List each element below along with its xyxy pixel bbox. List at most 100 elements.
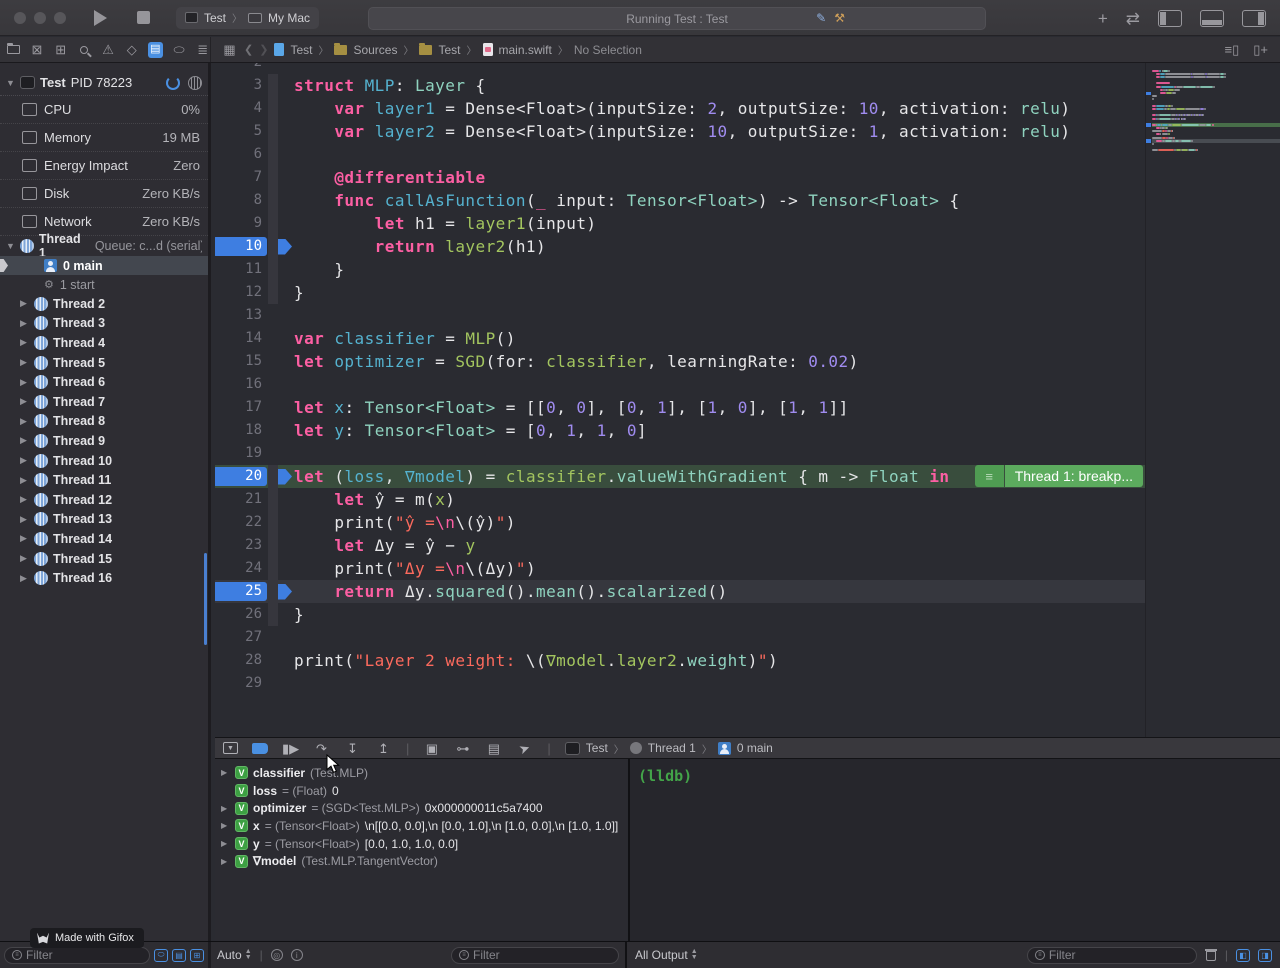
project-navigator-icon[interactable] bbox=[6, 42, 21, 58]
step-out-icon[interactable]: ↥ bbox=[375, 742, 392, 755]
forward-icon[interactable]: ❯ bbox=[259, 43, 268, 56]
thread-row-thread-11[interactable]: ▶Thread 11 bbox=[0, 470, 208, 490]
code-line-17[interactable]: 17let x: Tensor<Float> = [[0, 0], [0, 1]… bbox=[215, 396, 1145, 419]
step-over-icon[interactable]: ↷ bbox=[313, 742, 330, 755]
line-number[interactable]: 28 bbox=[215, 649, 268, 672]
toggle-inspector-button[interactable] bbox=[1242, 10, 1266, 27]
thread-row-thread-5[interactable]: ▶Thread 5 bbox=[0, 353, 208, 373]
code-line-20[interactable]: 20let (loss, ∇model) = classifier.valueW… bbox=[215, 465, 1145, 488]
code-line-23[interactable]: 23 let Δy = ŷ − y bbox=[215, 534, 1145, 557]
variable-row-optimizer[interactable]: ▶Voptimizer= (SGD<Test.MLP>)0x000000011c… bbox=[215, 799, 627, 817]
sidebar-scrollbar[interactable] bbox=[204, 553, 207, 645]
filter-gpu-icon[interactable]: ⊞ bbox=[190, 949, 204, 962]
filter-crashed-icon[interactable]: ▤ bbox=[172, 949, 186, 962]
memory-graph-icon[interactable]: ⊶ bbox=[454, 742, 471, 755]
breadcrumb-item[interactable]: No Selection bbox=[574, 43, 642, 57]
run-button[interactable] bbox=[94, 10, 107, 26]
editor-swap-icon[interactable]: ⇄ bbox=[1126, 10, 1140, 27]
editor-minimap[interactable] bbox=[1145, 63, 1280, 737]
code-line-29[interactable]: 29 bbox=[215, 672, 1145, 695]
clear-console-icon[interactable] bbox=[1205, 949, 1217, 961]
line-number[interactable]: 24 bbox=[215, 557, 268, 580]
library-add-icon[interactable]: + bbox=[1098, 10, 1108, 27]
console-view[interactable]: (lldb) bbox=[628, 759, 1280, 941]
symbol-navigator-icon[interactable]: ⊞ bbox=[53, 42, 68, 58]
code-line-22[interactable]: 22 print("ŷ =\n\(ŷ)") bbox=[215, 511, 1145, 534]
breakpoint-marker[interactable]: 25 bbox=[215, 580, 268, 603]
breakpoint-navigator-icon[interactable]: ⬭ bbox=[172, 42, 187, 58]
breadcrumb-item[interactable]: Sources bbox=[353, 43, 397, 57]
code-line-28[interactable]: 28print("Layer 2 weight: \(∇model.layer2… bbox=[215, 649, 1145, 672]
report-navigator-icon[interactable]: ≣ bbox=[195, 42, 210, 58]
code-line-15[interactable]: 15let optimizer = SGD(for: classifier, l… bbox=[215, 350, 1145, 373]
zoom-window-button[interactable] bbox=[54, 12, 66, 24]
line-number[interactable]: 4 bbox=[215, 97, 268, 120]
navigator-filter-input[interactable]: ≡ Filter bbox=[4, 947, 150, 964]
source-control-navigator-icon[interactable]: ⊠ bbox=[30, 42, 45, 58]
line-number[interactable]: 2 bbox=[215, 63, 268, 74]
step-into-icon[interactable]: ↧ bbox=[344, 742, 361, 755]
code-line-24[interactable]: 24 print("Δy =\n\(Δy)") bbox=[215, 557, 1145, 580]
thread-1-row[interactable]: ▼ Thread 1 Queue: c...d (serial) bbox=[0, 236, 208, 256]
code-line-2[interactable]: 2 bbox=[215, 63, 1145, 74]
breakpoint-marker[interactable]: 20 bbox=[215, 465, 268, 488]
filter-breakpoints-icon[interactable]: ⬭ bbox=[154, 949, 168, 962]
toggle-console-view-icon[interactable]: ◨ bbox=[1258, 949, 1272, 962]
thread-row-thread-12[interactable]: ▶Thread 12 bbox=[0, 490, 208, 510]
hide-debug-area-icon[interactable]: ▼ bbox=[223, 742, 238, 754]
thread-row-thread-7[interactable]: ▶Thread 7 bbox=[0, 392, 208, 412]
line-number[interactable]: 22 bbox=[215, 511, 268, 534]
issue-navigator-icon[interactable]: ⚠ bbox=[101, 42, 116, 58]
line-number[interactable]: 13 bbox=[215, 304, 268, 327]
environment-overrides-icon[interactable]: ▤ bbox=[485, 742, 502, 755]
thread-row-thread-10[interactable]: ▶Thread 10 bbox=[0, 451, 208, 471]
toggle-navigator-button[interactable] bbox=[1158, 10, 1182, 27]
breakpoints-toggle-icon[interactable] bbox=[252, 743, 268, 754]
track-variable-icon[interactable]: ◎ bbox=[271, 949, 283, 961]
breakpoint-hit-badge[interactable]: ≡Thread 1: breakp... bbox=[975, 465, 1143, 487]
thread-row-thread-6[interactable]: ▶Thread 6 bbox=[0, 372, 208, 392]
code-line-19[interactable]: 19 bbox=[215, 442, 1145, 465]
line-number[interactable]: 29 bbox=[215, 672, 268, 695]
thread-row-thread-8[interactable]: ▶Thread 8 bbox=[0, 412, 208, 432]
thread-row-thread-3[interactable]: ▶Thread 3 bbox=[0, 314, 208, 334]
breadcrumb-item[interactable]: main.swift bbox=[499, 43, 552, 57]
gauge-row-cpu[interactable]: CPU0% bbox=[0, 96, 208, 124]
stack-frame-1-start[interactable]: ⚙1 start bbox=[0, 275, 208, 294]
thread-row-thread-14[interactable]: ▶Thread 14 bbox=[0, 529, 208, 549]
related-items-icon[interactable]: ▦ bbox=[221, 42, 238, 58]
variable-row-loss[interactable]: Vloss= (Float)0 bbox=[215, 782, 627, 800]
gauge-row-disk[interactable]: DiskZero KB/s bbox=[0, 180, 208, 208]
scheme-selector[interactable]: Test 〉 My Mac bbox=[176, 7, 319, 29]
code-line-13[interactable]: 13 bbox=[215, 304, 1145, 327]
stack-frame-0-main[interactable]: 0 main bbox=[0, 256, 208, 275]
debug-crumb-0[interactable]: Test bbox=[586, 741, 608, 755]
debug-crumb-1[interactable]: Thread 1 bbox=[648, 741, 696, 755]
source-editor[interactable]: 23struct MLP: Layer {4 var layer1 = Dens… bbox=[215, 63, 1145, 737]
debug-crumb-2[interactable]: 0 main bbox=[737, 741, 773, 755]
thread-row-thread-9[interactable]: ▶Thread 9 bbox=[0, 431, 208, 451]
code-line-26[interactable]: 26} bbox=[215, 603, 1145, 626]
line-number[interactable]: 19 bbox=[215, 442, 268, 465]
code-line-6[interactable]: 6 bbox=[215, 143, 1145, 166]
line-number[interactable]: 16 bbox=[215, 373, 268, 396]
thread-row-thread-15[interactable]: ▶Thread 15 bbox=[0, 549, 208, 569]
line-number[interactable]: 12 bbox=[215, 281, 268, 304]
thread-row-thread-16[interactable]: ▶Thread 16 bbox=[0, 568, 208, 588]
disclosure-down-icon[interactable]: ▼ bbox=[6, 78, 15, 88]
simulate-location-icon[interactable]: ➤ bbox=[515, 739, 535, 757]
variable-row-y[interactable]: ▶Vy= (Tensor<Float>)[0.0, 1.0, 1.0, 0.0] bbox=[215, 835, 627, 853]
code-line-18[interactable]: 18let y: Tensor<Float> = [0, 1, 1, 0] bbox=[215, 419, 1145, 442]
breadcrumb-item[interactable]: Test bbox=[290, 43, 312, 57]
debug-breadcrumb[interactable]: Test〉Thread 1〉0 main bbox=[565, 741, 773, 756]
code-line-4[interactable]: 4 var layer1 = Dense<Float>(inputSize: 2… bbox=[215, 97, 1145, 120]
debug-navigator-icon[interactable]: ▤ bbox=[148, 42, 163, 58]
line-number[interactable]: 27 bbox=[215, 626, 268, 649]
line-number[interactable]: 15 bbox=[215, 350, 268, 373]
variable-row-x[interactable]: ▶Vx= (Tensor<Float>)\n[[0.0, 0.0],\n [0.… bbox=[215, 817, 627, 835]
variables-filter-input[interactable]: ≡ Filter bbox=[451, 947, 619, 964]
find-navigator-icon[interactable] bbox=[77, 42, 92, 58]
profile-gauge-icon[interactable] bbox=[188, 76, 202, 90]
view-hierarchy-icon[interactable]: ▣ bbox=[423, 742, 440, 755]
line-number[interactable]: 6 bbox=[215, 143, 268, 166]
